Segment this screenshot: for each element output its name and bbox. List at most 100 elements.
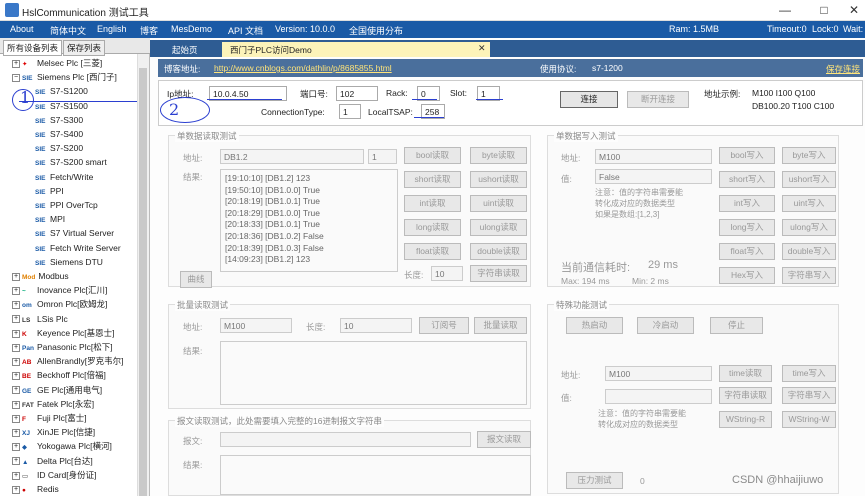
menu-about[interactable]: About (10, 24, 34, 34)
special-value-input[interactable] (605, 389, 712, 404)
batch-read-result-box[interactable] (220, 341, 527, 405)
tree-item[interactable]: + ◆ Yokogawa Plc[横河] (0, 439, 112, 453)
tree-item[interactable]: SIE S7-S200 (0, 141, 83, 155)
tree-item[interactable]: + om Omron Plc[欧姆龙] (0, 297, 107, 311)
minimize-button[interactable]: — (776, 2, 794, 18)
float-write-button[interactable]: float写入 (719, 243, 775, 260)
ushort-write-button[interactable]: ushort写入 (782, 171, 836, 188)
short-write-button[interactable]: short写入 (719, 171, 775, 188)
save-connection-link[interactable]: 保存连接 (826, 63, 860, 75)
tree-item[interactable]: + Pan Panasonic Plc[松下] (0, 340, 113, 354)
wstring-read-button[interactable]: WString-R (719, 411, 772, 428)
tree-item[interactable]: + LS LSis Plc (0, 312, 68, 326)
batch-read-address-input[interactable]: M100 (220, 318, 292, 333)
maximize-button[interactable]: □ (815, 2, 833, 18)
tab-siemens-demo[interactable]: 西门子PLC访问Demo (222, 42, 490, 57)
expand-icon[interactable]: + (12, 286, 20, 295)
cold-start-button[interactable]: 冷启动 (637, 317, 694, 334)
single-read-address-input[interactable]: DB1.2 (220, 149, 364, 164)
time-read-button[interactable]: time读取 (719, 365, 772, 382)
menu-api-docs[interactable]: API 文档 (228, 24, 263, 37)
byte-read-button[interactable]: byte读取 (470, 147, 527, 164)
tree-item[interactable]: SIE PPI (0, 184, 64, 198)
special-string-write-button[interactable]: 字符串写入 (782, 387, 836, 404)
menu-blog[interactable]: 博客 (140, 24, 158, 37)
hex-write-button[interactable]: Hex写入 (719, 267, 775, 284)
uint-write-button[interactable]: uint写入 (782, 195, 836, 212)
byte-write-button[interactable]: byte写入 (782, 147, 836, 164)
long-write-button[interactable]: long写入 (719, 219, 775, 236)
menu-english[interactable]: English (97, 24, 127, 34)
expand-icon[interactable]: + (12, 400, 20, 409)
tree-item[interactable]: SIE S7-S300 (0, 113, 83, 127)
ushort-read-button[interactable]: ushort读取 (470, 171, 527, 188)
expand-icon[interactable]: + (12, 485, 20, 494)
double-write-button[interactable]: double写入 (782, 243, 836, 260)
tree-item[interactable]: + ● Redis (0, 482, 59, 496)
expand-icon[interactable]: + (12, 471, 20, 480)
expand-icon[interactable]: + (12, 301, 20, 310)
stop-button[interactable]: 停止 (710, 317, 763, 334)
expand-icon[interactable]: + (12, 457, 20, 466)
ulong-write-button[interactable]: ulong写入 (782, 219, 836, 236)
connection-type-input[interactable]: 1 (339, 104, 361, 119)
expand-icon[interactable]: + (12, 386, 20, 395)
special-address-input[interactable]: M100 (605, 366, 712, 381)
string-write-button[interactable]: 字符串写入 (782, 267, 836, 284)
menu-version[interactable]: Version: 10.0.0 (275, 24, 335, 34)
tree-item[interactable]: SIE MPI (0, 212, 65, 226)
double-read-button[interactable]: double读取 (470, 243, 527, 260)
tree-item[interactable]: + F Fuji Plc[富士] (0, 411, 87, 425)
tree-item[interactable]: SIE S7-S200 smart (0, 155, 107, 169)
message-input[interactable] (220, 432, 471, 447)
connect-button[interactable]: 连接 (560, 91, 618, 108)
tree-item[interactable]: + AB AllenBrandly[罗克韦尔] (0, 354, 123, 368)
tree-item[interactable]: + ✦ Melsec Plc [三菱] (0, 56, 102, 70)
tab-all-devices[interactable]: 所有设备列表 (3, 40, 63, 56)
tree-item[interactable]: SIE Siemens DTU (0, 255, 103, 269)
bool-write-button[interactable]: bool写入 (719, 147, 775, 164)
long-read-button[interactable]: long读取 (404, 219, 461, 236)
collapse-icon[interactable]: − (12, 73, 20, 82)
port-input[interactable]: 102 (336, 86, 378, 101)
uint-read-button[interactable]: uint读取 (470, 195, 527, 212)
tree-item[interactable]: + BE Beckhoff Plc[倍福] (0, 368, 106, 382)
expand-icon[interactable]: + (12, 59, 20, 68)
hot-start-button[interactable]: 热启动 (566, 317, 623, 334)
tree-item[interactable]: + FAT Fatek Plc[永宏] (0, 397, 94, 411)
batch-read-length-input[interactable]: 10 (340, 318, 412, 333)
bool-read-button[interactable]: bool读取 (404, 147, 461, 164)
disconnect-button[interactable]: 断开连接 (627, 91, 689, 108)
tree-item[interactable]: + K Keyence Plc[基恩士] (0, 326, 114, 340)
message-result-box[interactable] (220, 455, 531, 495)
tree-item[interactable]: + ~ Inovance Plc[汇川] (0, 283, 107, 297)
expand-icon[interactable]: + (12, 315, 20, 324)
tree-item[interactable]: + GE GE Plc[通用电气] (0, 383, 102, 397)
int-write-button[interactable]: int写入 (719, 195, 775, 212)
batch-read-button[interactable]: 批量读取 (474, 317, 527, 334)
tree-item[interactable]: + XJ XinJE Plc[信捷] (0, 425, 95, 439)
single-read-count-input[interactable]: 1 (368, 149, 397, 164)
single-read-result-log[interactable]: [19:10:10] [DB1.2] 123 [19:50:10] [DB1.0.… (220, 169, 398, 272)
subscribe-button[interactable]: 订阅号 (419, 317, 469, 334)
tree-item[interactable]: + Mod Modbus (0, 269, 69, 283)
expand-icon[interactable]: + (12, 357, 20, 366)
tree-item[interactable]: SIE S7-S400 (0, 127, 83, 141)
single-write-address-input[interactable]: M100 (595, 149, 712, 164)
close-button[interactable]: ✕ (845, 2, 863, 18)
string-length-input[interactable]: 10 (431, 266, 463, 281)
expand-icon[interactable]: + (12, 414, 20, 423)
expand-icon[interactable]: + (12, 372, 20, 381)
tree-item[interactable]: SIE PPI OverTcp (0, 198, 98, 212)
expand-icon[interactable]: + (12, 329, 20, 338)
tree-item[interactable]: + ▭ ID Card[身份证] (0, 468, 97, 482)
menu-mesdemo[interactable]: MesDemo (171, 24, 212, 34)
tree-item[interactable]: + ▲ Delta Plc[台达] (0, 454, 93, 468)
tree-scrollbar-thumb[interactable] (139, 68, 147, 496)
special-string-read-button[interactable]: 字符串读取 (719, 387, 772, 404)
close-tab-icon[interactable]: ✕ (478, 43, 486, 54)
string-read-button[interactable]: 字符串读取 (470, 265, 527, 282)
message-read-button[interactable]: 报文读取 (477, 431, 531, 448)
tree-item[interactable]: − SIE Siemens Plc [西门子] (0, 70, 117, 84)
curve-button[interactable]: 曲线 (180, 271, 212, 288)
